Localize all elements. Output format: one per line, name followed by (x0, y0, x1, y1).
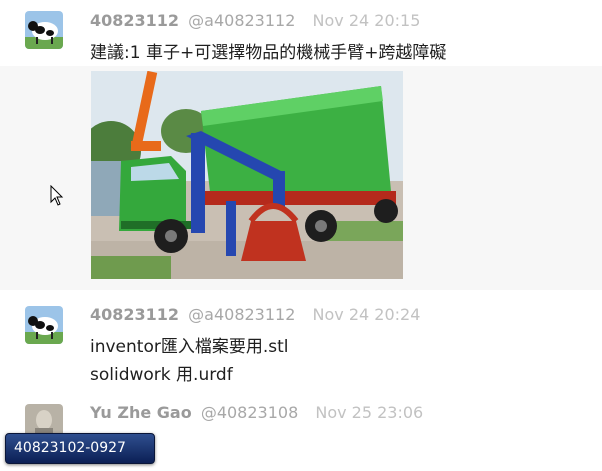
avatar[interactable] (25, 11, 63, 49)
message-text-line-2: solidwork 用.urdf (90, 365, 233, 385)
user-handle[interactable]: @a40823112 (188, 305, 295, 324)
avatar[interactable] (25, 306, 63, 344)
message-header: 40823112 @a40823112 Nov 24 20:24 (90, 305, 420, 324)
taskbar-tooltip[interactable]: 40823102-0927 (5, 433, 155, 464)
timestamp[interactable]: Nov 24 20:24 (313, 305, 421, 324)
timestamp[interactable]: Nov 25 23:06 (315, 403, 423, 422)
user-handle[interactable]: @a40823112 (188, 11, 295, 30)
timestamp[interactable]: Nov 24 20:15 (313, 11, 421, 30)
username[interactable]: Yu Zhe Gao (90, 403, 192, 422)
message-header: 40823112 @a40823112 Nov 24 20:15 (90, 11, 420, 30)
username[interactable]: 40823112 (90, 11, 179, 30)
user-handle[interactable]: @40823108 (201, 403, 298, 422)
message-text-line-1: inventor匯入檔案要用.stl (90, 337, 289, 357)
message-2: 40823112 @a40823112 Nov 24 20:24 invento… (0, 290, 602, 400)
username[interactable]: 40823112 (90, 305, 179, 324)
message-header: Yu Zhe Gao @40823108 Nov 25 23:06 (90, 403, 423, 422)
message-text: 建議:1 車子+可選擇物品的機械手臂+跨越障礙 (90, 43, 447, 63)
mouse-cursor-icon (50, 184, 64, 211)
message-image[interactable] (91, 71, 403, 279)
message-1: 40823112 @a40823112 Nov 24 20:15 建議:1 車子… (0, 0, 602, 66)
